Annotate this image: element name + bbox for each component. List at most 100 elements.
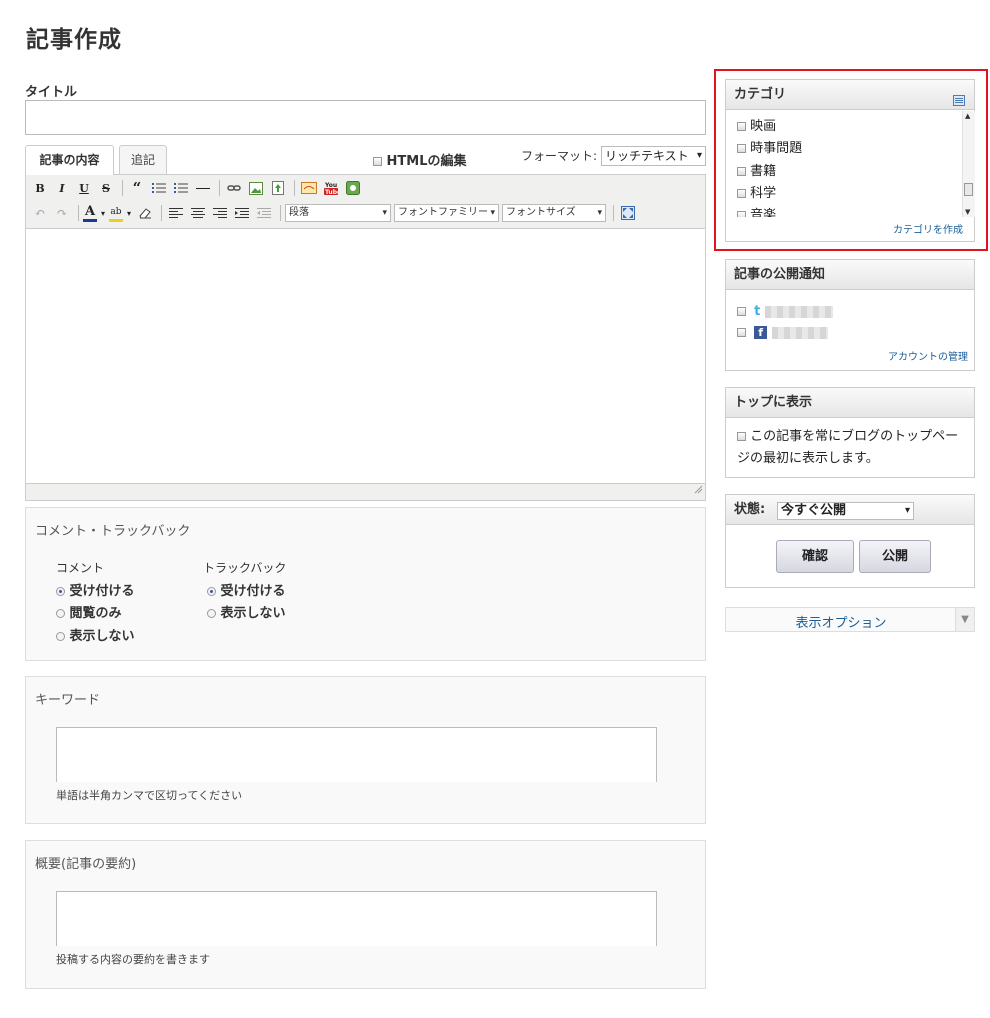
- comment-hide-radio[interactable]: [56, 632, 65, 641]
- top-display-box: トップに表示 この記事を常にブログのトップペー ジの最初に表示します。: [725, 387, 975, 478]
- horizontal-rule-icon[interactable]: [193, 178, 213, 198]
- tab-content[interactable]: 記事の内容: [25, 145, 114, 175]
- trackback-option[interactable]: 受け付ける: [207, 580, 286, 599]
- keyword-title: キーワード: [35, 693, 101, 708]
- category-item-label: 映画: [750, 119, 777, 134]
- chevron-down-icon[interactable]: ▾: [125, 203, 133, 223]
- comment-view-only-radio[interactable]: [56, 609, 65, 618]
- comment-option[interactable]: 表示しない: [56, 625, 135, 644]
- link-icon[interactable]: [224, 178, 244, 198]
- svg-text:You: You: [324, 182, 337, 189]
- italic-icon[interactable]: I: [52, 178, 72, 198]
- fullscreen-icon[interactable]: [618, 203, 638, 223]
- youtube-icon[interactable]: YouTube: [321, 178, 341, 198]
- indent-icon[interactable]: [232, 203, 252, 223]
- blockquote-icon[interactable]: “: [127, 178, 147, 198]
- category-scrollbar[interactable]: ▲ ▼: [962, 111, 975, 217]
- strikethrough-icon[interactable]: S: [96, 178, 116, 198]
- eraser-icon[interactable]: [135, 203, 155, 223]
- undo-icon[interactable]: ↶: [30, 203, 50, 223]
- toolbar-row-1: B I U S “ YouTube: [30, 176, 365, 200]
- create-category-link[interactable]: カテゴリを作成: [893, 221, 963, 236]
- confirm-button[interactable]: 確認: [776, 540, 854, 573]
- facebook-account-redacted: [772, 326, 829, 339]
- comment-accept-radio[interactable]: [56, 587, 65, 596]
- emoticon-icon[interactable]: [299, 178, 319, 198]
- format-select[interactable]: リッチテキスト ▾: [601, 146, 706, 166]
- summary-title: 概要(記事の要約): [35, 857, 137, 872]
- status-select[interactable]: 今すぐ公開 ▾: [777, 502, 914, 520]
- svg-text:Tube: Tube: [325, 189, 338, 195]
- upload-icon[interactable]: [268, 178, 288, 198]
- summary-input[interactable]: [56, 891, 657, 946]
- tab-addendum[interactable]: 追記: [119, 145, 167, 174]
- html-edit-checkbox[interactable]: [373, 157, 382, 166]
- font-family-select[interactable]: フォントファミリー: [394, 204, 499, 222]
- toolbar-row-2: ↶ ↷ A ▾ ab ▾ 段落 フォントファミリー フォントサイズ: [30, 201, 640, 225]
- status-select-value: 今すぐ公開: [781, 503, 847, 518]
- category-list: 映画 時事問題 書籍 科学 音楽: [726, 111, 962, 217]
- publish-notice-box: 記事の公開通知 t f アカウントの管理: [725, 259, 975, 371]
- page-title: 記事作成: [26, 27, 122, 53]
- image-icon[interactable]: [246, 178, 266, 198]
- toolbar-divider: [219, 180, 220, 196]
- align-left-icon[interactable]: [166, 203, 186, 223]
- chevron-down-icon[interactable]: ▾: [99, 203, 107, 223]
- keyword-input[interactable]: [56, 727, 657, 782]
- display-options-toggle[interactable]: 表示オプション ▼: [725, 607, 975, 632]
- manage-accounts-link[interactable]: アカウントの管理: [888, 348, 968, 363]
- category-item[interactable]: 音楽: [737, 204, 776, 217]
- category-item[interactable]: 映画: [737, 115, 776, 134]
- comment-option[interactable]: 閲覧のみ: [56, 602, 122, 621]
- chevron-down-icon[interactable]: ▼: [955, 608, 974, 631]
- resize-handle-icon[interactable]: [694, 479, 703, 498]
- category-checkbox[interactable]: [737, 189, 746, 198]
- category-checkbox[interactable]: [737, 144, 746, 153]
- scrollbar-thumb[interactable]: [964, 183, 973, 196]
- bullet-list-icon[interactable]: [149, 178, 169, 198]
- toolbar-divider: [78, 205, 79, 221]
- top-display-checkbox[interactable]: [737, 432, 746, 441]
- category-item[interactable]: 時事問題: [737, 137, 802, 156]
- underline-icon[interactable]: U: [74, 178, 94, 198]
- trackback-option[interactable]: 表示しない: [207, 602, 286, 621]
- paragraph-select[interactable]: 段落: [285, 204, 391, 222]
- align-center-icon[interactable]: [188, 203, 208, 223]
- editor-body[interactable]: [26, 228, 705, 484]
- category-item[interactable]: 科学: [737, 182, 776, 201]
- category-checkbox[interactable]: [737, 167, 746, 176]
- publish-button[interactable]: 公開: [859, 540, 931, 573]
- top-display-option[interactable]: この記事を常にブログのトップペー ジの最初に表示します。: [737, 426, 969, 470]
- trackback-hide-radio[interactable]: [207, 609, 216, 618]
- category-checkbox[interactable]: [737, 122, 746, 131]
- comment-trackback-title: コメント・トラックバック: [35, 524, 191, 539]
- facebook-notice-row[interactable]: f: [737, 322, 829, 341]
- category-item[interactable]: 書籍: [737, 160, 776, 179]
- bold-icon[interactable]: B: [30, 178, 50, 198]
- twitter-notice-row[interactable]: t: [737, 301, 834, 320]
- category-box: カテゴリ 映画 時事問題 書籍 科学 音楽 ▲ ▼ カテゴリを作成: [725, 79, 975, 242]
- facebook-checkbox[interactable]: [737, 328, 746, 337]
- numbered-list-icon[interactable]: [171, 178, 191, 198]
- summary-panel: 概要(記事の要約) 投稿する内容の要約を書きます: [25, 840, 706, 989]
- outdent-icon[interactable]: [254, 203, 274, 223]
- toolbar-divider: [294, 180, 295, 196]
- highlight-color-icon[interactable]: ab: [109, 205, 123, 222]
- text-color-icon[interactable]: A: [83, 204, 97, 222]
- font-size-select[interactable]: フォントサイズ: [502, 204, 606, 222]
- scroll-down-icon[interactable]: ▼: [965, 208, 970, 216]
- trackback-accept-radio[interactable]: [207, 587, 216, 596]
- align-right-icon[interactable]: [210, 203, 230, 223]
- publish-notice-header: 記事の公開通知: [726, 260, 974, 290]
- comment-label: コメント: [56, 561, 105, 575]
- scroll-up-icon[interactable]: ▲: [965, 112, 970, 120]
- status-label: 状態:: [734, 502, 766, 517]
- evernote-icon[interactable]: [343, 178, 363, 198]
- status-box: 状態: 今すぐ公開 ▾ 確認 公開: [725, 494, 975, 588]
- title-input[interactable]: [25, 100, 706, 135]
- redo-icon[interactable]: ↷: [52, 203, 72, 223]
- comment-option[interactable]: 受け付ける: [56, 580, 135, 599]
- category-checkbox[interactable]: [737, 211, 746, 217]
- twitter-checkbox[interactable]: [737, 307, 746, 316]
- html-edit-toggle[interactable]: HTMLの編集: [373, 150, 467, 169]
